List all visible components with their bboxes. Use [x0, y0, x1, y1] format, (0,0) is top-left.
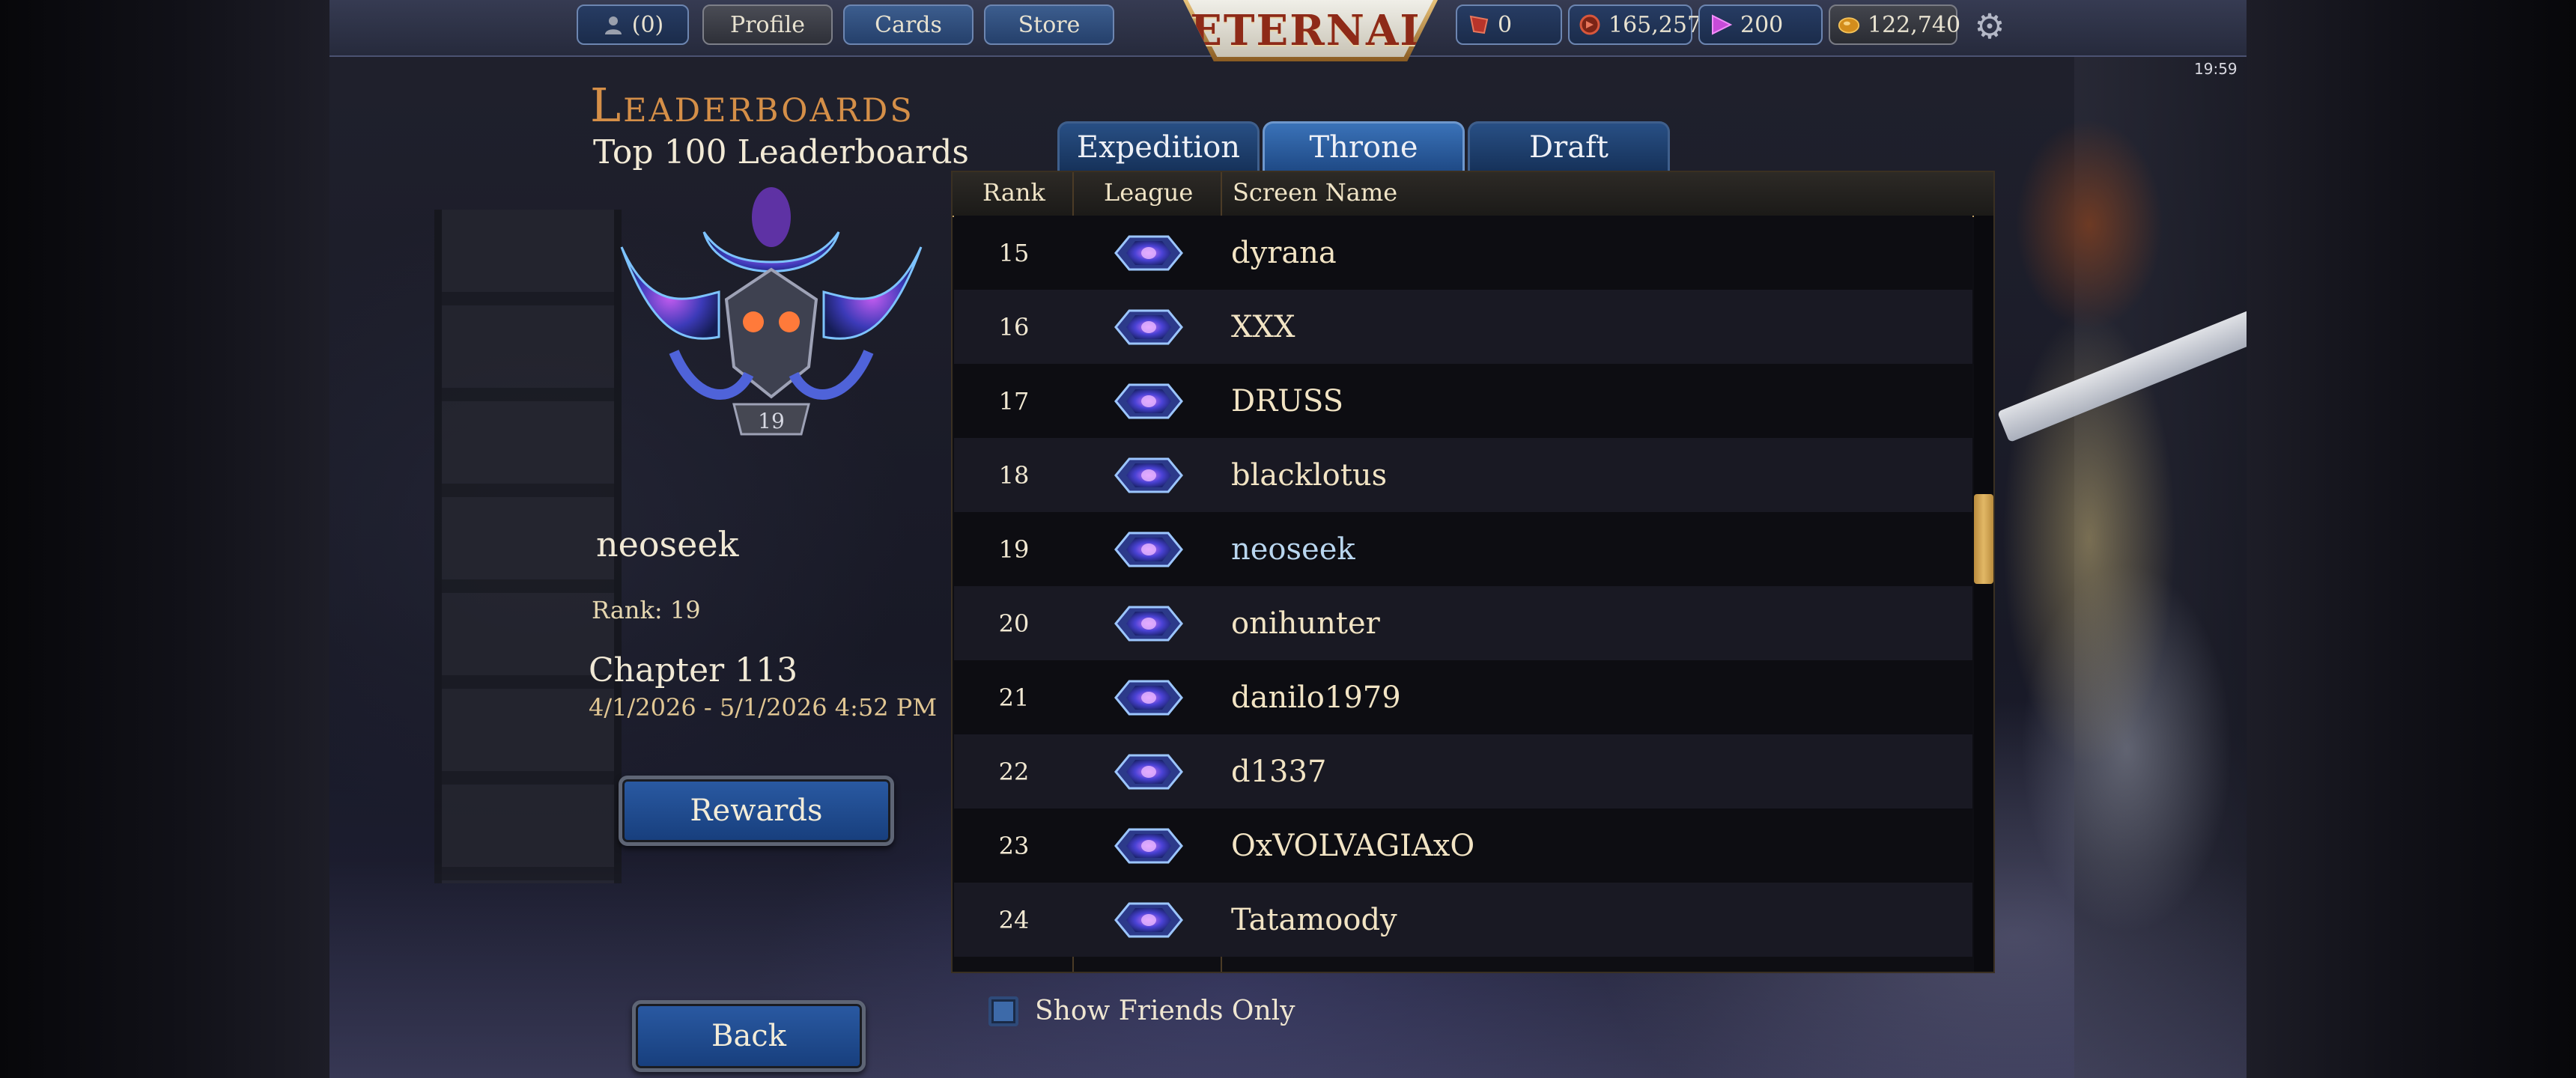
row-rank: 24 [998, 905, 1030, 934]
league-gem-icon [1075, 438, 1222, 512]
eternal-logo: ETERNAL [1183, 0, 1438, 61]
row-screen-name: XXX [1231, 309, 1295, 344]
table-row[interactable]: 15 dyrana [954, 216, 1972, 290]
scrollbar-thumb[interactable] [1974, 494, 1993, 584]
shiftstone-icon [1468, 13, 1490, 36]
back-button[interactable]: Back [632, 1000, 866, 1072]
shards-value: 122,740 [1868, 11, 1961, 38]
table-row[interactable]: 18 blacklotus [954, 438, 1972, 512]
gem-icon [1710, 13, 1733, 36]
league-gem-icon [1075, 216, 1222, 290]
friends-checkbox[interactable] [988, 996, 1018, 1026]
row-screen-name: onihunter [1231, 606, 1380, 641]
table-row[interactable]: 23 OxVOLVAGIAxO [954, 808, 1972, 883]
row-screen-name: danilo1979 [1231, 680, 1401, 715]
table-row[interactable]: 16 XXX [954, 290, 1972, 364]
table-row[interactable]: 19 neoseek [954, 512, 1972, 586]
gold-shard-icon [1579, 13, 1601, 36]
header-screen-name: Screen Name [1233, 178, 1398, 207]
tab-expedition[interactable]: Expedition [1057, 121, 1260, 171]
tab-draft[interactable]: Draft [1468, 121, 1670, 171]
row-rank: 19 [998, 535, 1030, 564]
table-row[interactable]: 24 Tatamoody [954, 883, 1972, 957]
row-screen-name: d1337 [1231, 754, 1327, 789]
shiftstone-counter: 0 [1456, 4, 1562, 45]
table-header: Rank League Screen Name [953, 172, 1993, 217]
header-rank: Rank [982, 178, 1045, 207]
friends-count: (0) [631, 11, 664, 38]
game-viewport: (0) Profile Cards Store ETERNAL 0 165,25… [329, 0, 2247, 1078]
league-emblem-icon: 19 [607, 180, 936, 457]
rewards-button[interactable]: Rewards [619, 776, 894, 846]
shards-counter: 122,740 [1829, 4, 1961, 45]
table-row[interactable]: 17 DRUSS [954, 364, 1972, 438]
show-friends-toggle[interactable]: Show Friends Only [988, 996, 1295, 1026]
scrollbar-track[interactable] [1974, 216, 1993, 972]
shards-icon [1838, 13, 1860, 36]
chapter-title: Chapter 113 [589, 651, 798, 689]
logo-text: ETERNAL [1190, 6, 1431, 55]
row-rank: 20 [998, 609, 1030, 638]
store-button[interactable]: Store [984, 4, 1114, 45]
row-rank: 17 [998, 386, 1030, 415]
player-rank: Rank: 19 [592, 596, 701, 624]
friends-button[interactable]: (0) [577, 4, 689, 45]
row-rank: 16 [998, 312, 1030, 341]
gems-counter: 200 [1698, 4, 1823, 45]
row-rank: 15 [998, 238, 1030, 267]
row-screen-name: blacklotus [1231, 457, 1388, 493]
league-gem-icon [1075, 364, 1222, 438]
row-rank: 22 [998, 757, 1030, 786]
top-bar: (0) Profile Cards Store ETERNAL 0 165,25… [329, 0, 2247, 61]
league-gem-icon [1075, 512, 1222, 586]
hero-artwork [1962, 75, 2247, 958]
show-friends-label: Show Friends Only [1035, 996, 1295, 1026]
emblem-rank: 19 [758, 409, 785, 433]
gems-value: 200 [1740, 11, 1784, 38]
stone-pillar [434, 210, 622, 883]
shiftstone-value: 0 [1498, 11, 1513, 38]
row-rank: 23 [998, 831, 1030, 860]
page-subtitle: Top 100 Leaderboards [593, 133, 969, 171]
league-gem-icon [1075, 808, 1222, 883]
league-gem-icon [1075, 734, 1222, 808]
row-rank: 21 [998, 683, 1030, 712]
league-gem-icon [1075, 660, 1222, 734]
page-title: Leaderboards [590, 78, 914, 133]
settings-gear-icon[interactable]: ⚙ [1969, 6, 2010, 46]
tab-throne[interactable]: Throne [1263, 121, 1465, 171]
left-letterbox [0, 0, 329, 1078]
row-screen-name: neoseek [1231, 532, 1355, 567]
right-letterbox [2247, 0, 2576, 1078]
row-screen-name: DRUSS [1231, 383, 1343, 418]
league-gem-icon [1075, 290, 1222, 364]
table-row[interactable]: 20 onihunter [954, 586, 1972, 660]
chapter-dates: 4/1/2026 - 5/1/2026 4:52 PM [589, 693, 938, 722]
row-screen-name: OxVOLVAGIAxO [1231, 828, 1475, 863]
table-row[interactable]: 21 danilo1979 [954, 660, 1972, 734]
league-gem-icon [1075, 883, 1222, 957]
row-screen-name: dyrana [1231, 235, 1337, 270]
cards-button[interactable]: Cards [843, 4, 973, 45]
row-rank: 18 [998, 460, 1030, 490]
profile-button[interactable]: Profile [702, 4, 833, 45]
clock: 19:59 [2194, 60, 2238, 78]
row-screen-name: Tatamoody [1231, 902, 1397, 937]
gold-value: 165,257 [1609, 11, 1702, 38]
leaderboard-table: Rank League Screen Name 15 dyrana 16 XXX 17 D… [951, 171, 1995, 973]
person-icon [602, 13, 625, 36]
table-row[interactable]: 22 d1337 [954, 734, 1972, 808]
header-league: League [1104, 178, 1194, 207]
gold-counter: 165,257 [1568, 4, 1701, 45]
player-name: neoseek [596, 524, 739, 564]
league-gem-icon [1075, 586, 1222, 660]
